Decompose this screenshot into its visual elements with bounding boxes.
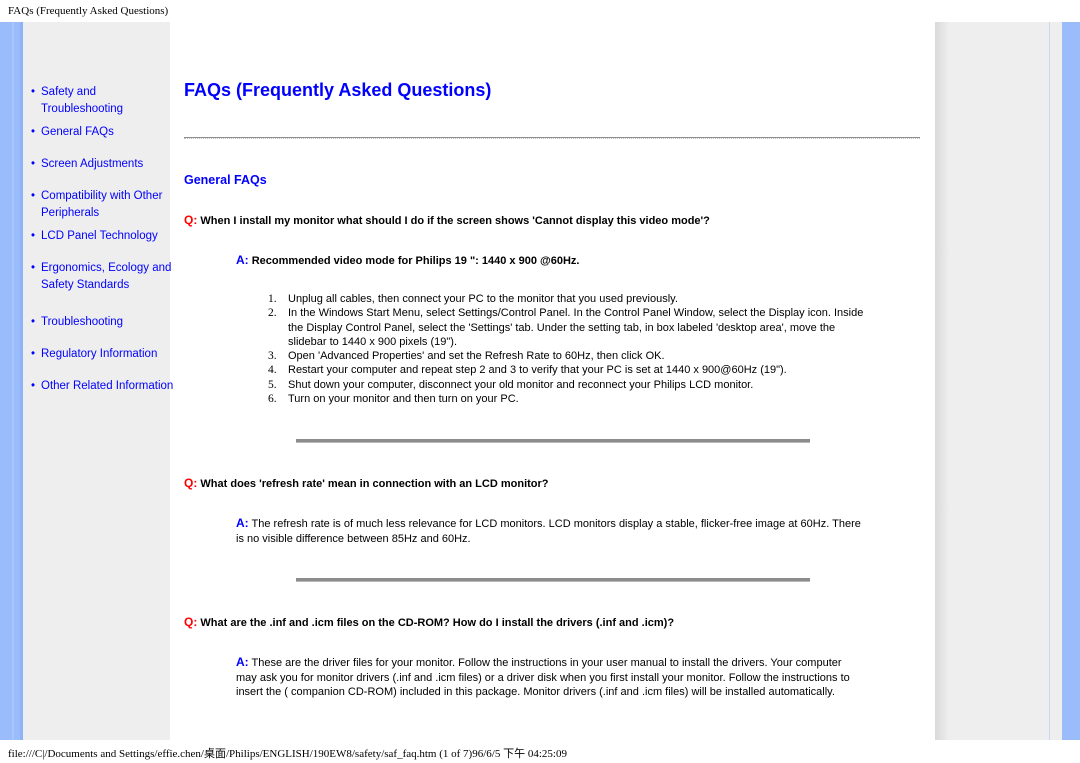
step-text: Turn on your monitor and then turn on yo…	[288, 393, 519, 406]
sidebar-item-safety-and-troubleshooting[interactable]: • Safety and Troubleshooting	[31, 84, 179, 117]
right-panel	[949, 22, 1062, 740]
answer-text: Recommended video mode for Philips 19 ":…	[251, 255, 580, 267]
page-title: FAQs (Frequently Asked Questions)	[184, 80, 492, 100]
faq-question: Q: When I install my monitor what should…	[184, 213, 710, 227]
step-number: 4.	[268, 364, 277, 377]
title-divider	[184, 137, 920, 139]
step-number: 2.	[268, 307, 277, 320]
bullet-icon: •	[31, 158, 36, 170]
bullet-icon: •	[31, 190, 36, 202]
right-decorative-strip	[1062, 22, 1080, 740]
print-footer: file:///C|/Documents and Settings/effie.…	[8, 748, 567, 760]
right-panel-divider	[1049, 22, 1050, 740]
bullet-icon: •	[31, 262, 36, 274]
step-number: 5.	[268, 378, 277, 391]
answer-label: A:	[236, 253, 249, 267]
question-label: Q:	[184, 615, 198, 629]
answer-label: A:	[236, 516, 249, 530]
question-text: When I install my monitor what should I …	[200, 215, 710, 227]
bullet-icon: •	[31, 316, 36, 328]
sidebar-item-compatibility[interactable]: • Compatibility with Other Peripherals	[31, 188, 179, 221]
step-item: 6. Turn on your monitor and then turn on …	[268, 392, 868, 406]
step-item: 4. Restart your computer and repeat step …	[268, 363, 868, 377]
sidebar-item-regulatory-information[interactable]: • Regulatory Information	[31, 346, 179, 363]
answer-label: A:	[236, 655, 249, 669]
step-number: 6.	[268, 393, 277, 406]
left-strip-line	[12, 22, 14, 740]
section-heading: General FAQs	[184, 173, 267, 187]
step-item: 5. Shut down your computer, disconnect yo…	[268, 378, 868, 392]
step-item: 2. In the Windows Start Menu, select Sett…	[268, 306, 868, 349]
step-text: Unplug all cables, then connect your PC …	[288, 293, 678, 305]
steps-list: 1. Unplug all cables, then connect your P…	[268, 292, 868, 406]
step-text: Restart your computer and repeat step 2 …	[288, 364, 787, 377]
print-header: FAQs (Frequently Asked Questions)	[8, 5, 169, 17]
question-text: What does 'refresh rate' mean in connect…	[200, 478, 549, 490]
sidebar-item-ergonomics[interactable]: • Ergonomics, Ecology and Safety Standard…	[31, 260, 179, 293]
question-text: What are the .inf and .icm files on the …	[200, 617, 675, 629]
sidebar-item-label[interactable]: Troubleshooting	[41, 316, 123, 328]
sidebar-item-general-faqs[interactable]: • General FAQs	[31, 124, 179, 141]
question-label: Q:	[184, 213, 198, 227]
sidebar-item-label[interactable]: General FAQs	[41, 126, 114, 138]
faq-divider	[296, 578, 810, 582]
faq-question: Q: What does 'refresh rate' mean in conn…	[184, 476, 549, 490]
faq-question: Q: What are the .inf and .icm files on t…	[184, 615, 674, 629]
sidebar-item-label[interactable]: Regulatory Information	[41, 348, 157, 360]
bullet-icon: •	[31, 230, 36, 242]
sidebar-item-screen-adjustments[interactable]: • Screen Adjustments	[31, 156, 179, 173]
sidebar-item-label[interactable]: Screen Adjustments	[41, 158, 143, 170]
left-decorative-strip	[0, 22, 22, 740]
sidebar-item-label[interactable]: Other Related Information	[41, 380, 173, 392]
bullet-icon: •	[31, 126, 36, 138]
question-label: Q:	[184, 476, 198, 490]
sidebar-item-troubleshooting[interactable]: • Troubleshooting	[31, 314, 179, 331]
faq-answer: A: These are the driver files for your m…	[236, 655, 861, 700]
sidebar-item-label[interactable]: Compatibility with Other Peripherals	[41, 190, 162, 219]
faq-answer: A: The refresh rate is of much less rele…	[236, 516, 861, 546]
step-item: 3. Open 'Advanced Properties' and set the…	[268, 349, 868, 363]
step-number: 3.	[268, 350, 277, 363]
sidebar-item-lcd-panel-technology[interactable]: • LCD Panel Technology	[31, 228, 179, 245]
step-item: 1. Unplug all cables, then connect your P…	[268, 292, 868, 306]
step-text: In the Windows Start Menu, select Settin…	[288, 307, 864, 348]
sidebar-item-other-related-information[interactable]: • Other Related Information	[31, 378, 179, 395]
sidebar-item-label[interactable]: Ergonomics, Ecology and Safety Standards	[41, 262, 171, 291]
step-text: Shut down your computer, disconnect your…	[288, 378, 754, 391]
sidebar-item-label[interactable]: Safety and Troubleshooting	[41, 86, 123, 115]
step-text: Open 'Advanced Properties' and set the R…	[288, 350, 665, 363]
bullet-icon: •	[31, 86, 36, 98]
sidebar-item-label[interactable]: LCD Panel Technology	[41, 230, 158, 242]
faq-divider	[296, 439, 810, 443]
step-number: 1.	[268, 293, 277, 305]
bullet-icon: •	[31, 348, 36, 360]
answer-text: The refresh rate is of much less relevan…	[236, 518, 861, 545]
bullet-icon: •	[31, 380, 36, 392]
faq-answer: A: Recommended video mode for Philips 19…	[236, 253, 861, 269]
answer-text: These are the driver files for your moni…	[236, 657, 850, 698]
right-panel-shadow	[935, 22, 949, 740]
